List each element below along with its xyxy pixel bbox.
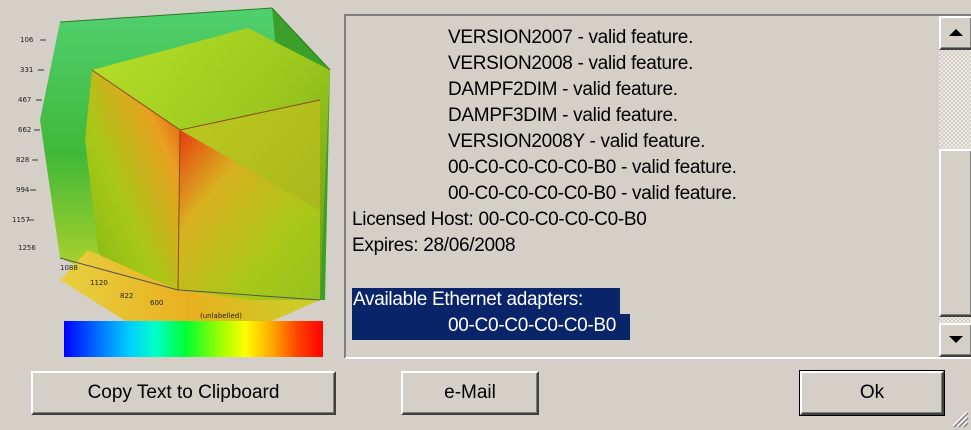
svg-text:1256: 1256	[18, 244, 36, 252]
svg-text:331: 331	[20, 66, 33, 74]
license-text-area[interactable]: VERSION2007 - valid feature. VERSION2008…	[350, 20, 937, 355]
svg-text:828: 828	[16, 156, 29, 164]
svg-text:106: 106	[20, 36, 34, 44]
license-info-dialog: 106 331 467 662 828 994 1157 1256 1088 1120 8…	[0, 0, 971, 430]
svg-text:662: 662	[18, 126, 31, 134]
svg-text:994: 994	[16, 186, 30, 194]
svg-text:1157: 1157	[12, 216, 30, 224]
adapters-label-selected: Available Ethernet adapters:	[352, 288, 620, 314]
scroll-up-arrow-icon	[949, 29, 963, 36]
license-line: VERSION2008Y - valid feature.	[448, 131, 706, 152]
scroll-thumb[interactable]	[939, 149, 971, 317]
resize-grip-icon[interactable]	[949, 408, 969, 428]
scroll-down-arrow-icon	[949, 336, 963, 343]
ok-button[interactable]: Ok	[799, 370, 945, 416]
email-button[interactable]: e-Mail	[401, 371, 539, 415]
license-line: VERSION2008 - valid feature.	[448, 53, 694, 74]
svg-text:(unlabelled): (unlabelled)	[200, 312, 242, 320]
adapter-value-selected: 00-C0-C0-C0-C0-B0	[352, 314, 630, 340]
scroll-up-button[interactable]	[939, 16, 971, 50]
scroll-down-button[interactable]	[939, 323, 971, 357]
3d-plot-graphic: 106 331 467 662 828 994 1157 1256 1088 1120 8…	[12, 7, 331, 335]
svg-text:822: 822	[120, 292, 133, 300]
license-line: VERSION2007 - valid feature.	[448, 27, 694, 48]
license-text-panel: VERSION2007 - valid feature. VERSION2008…	[344, 14, 971, 359]
license-line: 00-C0-C0-C0-C0-B0 - valid feature.	[448, 157, 737, 178]
color-scale-bar	[64, 321, 323, 357]
svg-text:1120: 1120	[90, 279, 108, 287]
licensed-host-line: Licensed Host: 00-C0-C0-C0-C0-B0	[352, 209, 647, 230]
expires-line: Expires: 28/06/2008	[352, 235, 516, 256]
copy-to-clipboard-button[interactable]: Copy Text to Clipboard	[31, 371, 336, 415]
vertical-scrollbar[interactable]	[939, 16, 971, 357]
license-line: DAMPF3DIM - valid feature.	[448, 105, 678, 126]
svg-text:600: 600	[150, 299, 163, 307]
license-line: DAMPF2DIM - valid feature.	[448, 79, 678, 100]
license-line: 00-C0-C0-C0-C0-B0 - valid feature.	[448, 183, 737, 204]
svg-text:1088: 1088	[60, 264, 78, 272]
svg-text:467: 467	[18, 96, 31, 104]
